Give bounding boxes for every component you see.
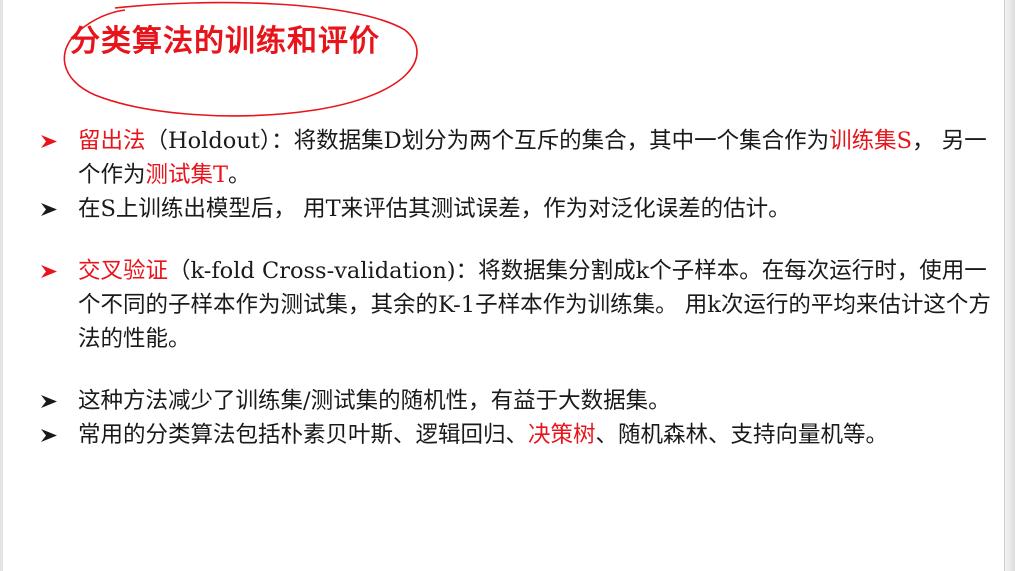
- bullet-text: 在S上训练出模型后， 用T来评估其测试误差，作为对泛化误差的估计。: [78, 196, 791, 222]
- bullet-item: 在S上训练出模型后， 用T来评估其测试误差，作为对泛化误差的估计。: [40, 192, 1005, 226]
- bullet-text: 常用的分类算法包括朴素贝叶斯、逻辑回归、决策树、随机森林、支持向量机等。: [78, 422, 888, 448]
- highlighted-term: 训练集S: [829, 128, 913, 154]
- window-right-edge: [1004, 0, 1015, 571]
- text-run: 、随机森林、支持向量机等。: [595, 422, 889, 448]
- arrow-bullet-icon: [41, 135, 57, 148]
- slide: 分类算法的训练和评价 留出法（Holdout）：将数据集D划分为两个互斥的集合，…: [0, 0, 1015, 571]
- text-run: 常用的分类算法包括朴素贝叶斯、逻辑回归、: [78, 422, 529, 448]
- highlighted-term: 测试集T: [145, 162, 229, 188]
- text-run: （Holdout）：将数据集D划分为两个互斥的集合，其中一个集合作为: [145, 128, 830, 154]
- arrow-bullet-icon: [41, 429, 57, 442]
- bullet-text: 留出法（Holdout）：将数据集D划分为两个互斥的集合，其中一个集合作为训练集…: [78, 128, 987, 188]
- highlighted-term: 留出法: [78, 128, 146, 154]
- text-run: （k-fold Cross-validation)：将数据集分割成k个子样本。在…: [78, 258, 991, 352]
- bullet-text: 交叉验证（k-fold Cross-validation)：将数据集分割成k个子…: [78, 258, 991, 352]
- arrow-bullet-icon: [41, 203, 57, 216]
- text-run: 在S上训练出模型后， 用T来评估其测试误差，作为对泛化误差的估计。: [78, 196, 791, 222]
- highlighted-term: 决策树: [528, 422, 596, 448]
- arrow-bullet-icon: [41, 395, 57, 408]
- slide-left-edge: [0, 0, 3, 571]
- text-run: 。: [228, 162, 251, 188]
- bullet-list: 留出法（Holdout）：将数据集D划分为两个互斥的集合，其中一个集合作为训练集…: [40, 124, 1005, 452]
- bullet-item: 常用的分类算法包括朴素贝叶斯、逻辑回归、决策树、随机森林、支持向量机等。: [40, 418, 1005, 452]
- bullet-item: 留出法（Holdout）：将数据集D划分为两个互斥的集合，其中一个集合作为训练集…: [40, 124, 1005, 192]
- slide-title: 分类算法的训练和评价: [70, 24, 380, 59]
- bullet-item: 交叉验证（k-fold Cross-validation)：将数据集分割成k个子…: [40, 254, 1005, 356]
- bullet-item: 这种方法减少了训练集/测试集的随机性，有益于大数据集。: [40, 384, 1005, 418]
- arrow-bullet-icon: [41, 265, 57, 278]
- bullet-text: 这种方法减少了训练集/测试集的随机性，有益于大数据集。: [78, 388, 671, 414]
- highlighted-term: 交叉验证: [78, 258, 169, 284]
- text-run: 这种方法减少了训练集/测试集的随机性，有益于大数据集。: [78, 388, 671, 414]
